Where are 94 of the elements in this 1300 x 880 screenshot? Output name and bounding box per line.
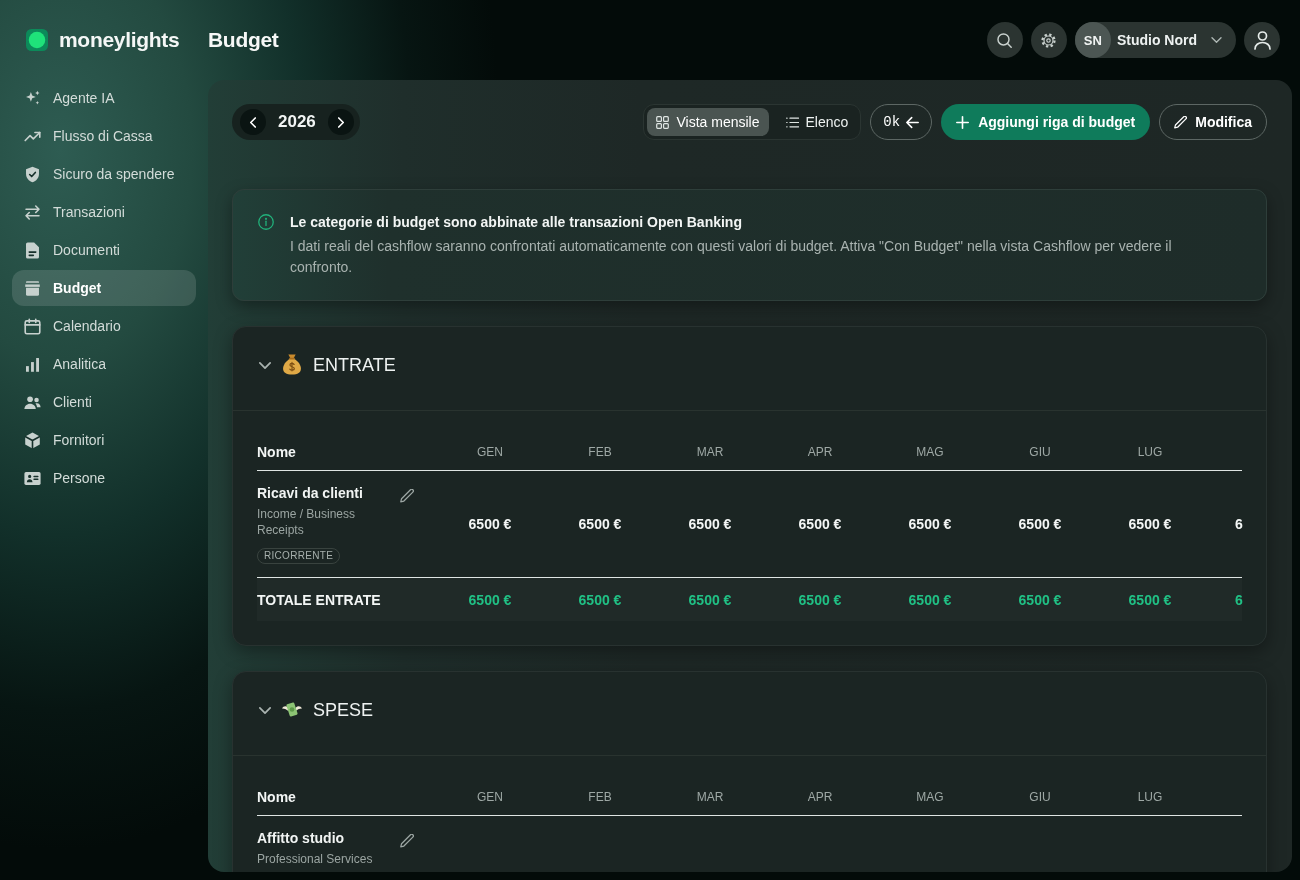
table-cell-text: 6500 €: [1017, 515, 1063, 532]
search-icon: [997, 32, 1013, 48]
info-message: I dati reali del cashflow saranno confrontati automaticamente con questi valori di budget. Attiva "Con Budget" nella vista Cashflow per vedere il confronto.: [290, 237, 1173, 277]
page-title: Budget: [208, 28, 279, 52]
row-category: Income / Business Receipts: [257, 506, 357, 538]
settings-button[interactable]: [1030, 22, 1067, 58]
column-header: GIU: [1028, 790, 1052, 804]
user-icon: [1253, 30, 1271, 50]
document-icon: [24, 241, 41, 259]
add-budget-row-button[interactable]: Aggiungi riga di budget: [941, 104, 1151, 140]
total-cell-text: 6500 €: [577, 591, 623, 608]
total-cell-text: 6500 €: [687, 591, 733, 608]
view-tab[interactable]: Elenco: [776, 108, 858, 136]
view-tab[interactable]: Vista mensile: [647, 108, 769, 136]
sidebar-item[interactable]: Transazioni: [12, 194, 196, 230]
section-title: ENTRATE: [313, 354, 396, 377]
account-name: Studio Nord: [1116, 32, 1197, 48]
sidebar-item[interactable]: Flusso di Cassa: [12, 118, 196, 154]
next-year-button[interactable]: [327, 109, 354, 135]
caret-icon: [1211, 37, 1222, 43]
column-header: APR: [806, 445, 834, 459]
column-header: LUG: [1136, 790, 1164, 804]
sidebar-item[interactable]: Documenti: [12, 232, 196, 268]
sidebar-item[interactable]: Persone: [12, 460, 196, 496]
money-bag-icon: [282, 354, 302, 375]
sidebar-item[interactable]: Analitica: [12, 346, 196, 382]
app-name: moneylights: [59, 28, 180, 52]
column-header: MAR: [695, 790, 725, 804]
pencil-icon: [1174, 115, 1188, 129]
table-cell-text: 6500 €: [797, 515, 843, 532]
id-card-icon: [24, 469, 41, 487]
sidebar-item[interactable]: Calendario: [12, 308, 196, 344]
search-button[interactable]: [986, 22, 1023, 58]
total-cell-text: 6500 €: [1127, 591, 1173, 608]
profile-button[interactable]: [1244, 22, 1280, 58]
chevron-right-icon: [337, 116, 344, 128]
sidebar-item[interactable]: Sicuro da spendere: [12, 156, 196, 192]
column-header: MAG: [915, 445, 945, 459]
total-label: TOTALE ENTRATE: [257, 591, 382, 608]
table-cell-text: 6: [1234, 515, 1243, 532]
sidebar-item[interactable]: Clienti: [12, 384, 196, 420]
column-header: GIU: [1028, 445, 1052, 459]
arrow-left-icon: [906, 115, 920, 129]
section-title: SPESE: [313, 699, 374, 722]
table-cell-text: 6500 €: [1127, 515, 1173, 532]
grid-icon: [656, 115, 670, 129]
chevron-left-icon: [250, 116, 256, 128]
pencil-icon[interactable]: [400, 834, 414, 848]
table-cell-text: 6500 €: [907, 515, 953, 532]
column-header: LUG: [1136, 445, 1164, 459]
row-name: Ricavi da clienti: [257, 485, 363, 501]
column-header: FEB: [587, 445, 613, 459]
pencil-icon[interactable]: [400, 489, 414, 503]
row-name: Affitto studio: [257, 830, 345, 846]
column-header: GEN: [476, 790, 504, 804]
gear-icon: [1041, 32, 1057, 48]
table-cell-text: 6500 €: [577, 515, 623, 532]
column-header: APR: [806, 790, 834, 804]
shield-check-icon: [24, 165, 41, 183]
app-logo-icon: [26, 29, 48, 51]
total-cell-text: 6500 €: [907, 591, 953, 608]
list-icon: [785, 115, 799, 129]
cube-icon: [24, 431, 41, 449]
account-switcher[interactable]: SN Studio Nord: [1074, 22, 1236, 58]
table-cell-text: 6500 €: [687, 515, 733, 532]
sparkles-icon: [24, 89, 41, 107]
info-title: Le categorie di budget sono abbinate alle transazioni Open Banking: [290, 213, 743, 232]
chevron-down-icon[interactable]: [259, 362, 271, 369]
column-header: Nome: [257, 789, 297, 805]
row-category: Professional Services: [257, 851, 373, 867]
column-header: GEN: [476, 445, 504, 459]
column-header: FEB: [587, 790, 613, 804]
plus-icon: [956, 115, 970, 129]
chevron-down-icon[interactable]: [259, 707, 271, 714]
total-cell-text: 6500 €: [1017, 591, 1063, 608]
users-icon: [24, 393, 41, 411]
year-label: 2026: [278, 112, 316, 132]
total-cell-text: 6: [1234, 591, 1243, 608]
table-cell-text: 6500 €: [467, 515, 513, 532]
calendar-icon: [24, 317, 41, 335]
info-icon: [258, 214, 274, 230]
account-avatar: SN: [1074, 22, 1111, 58]
total-cell-text: 6500 €: [467, 591, 513, 608]
total-cell-text: 6500 €: [797, 591, 843, 608]
column-header: MAR: [695, 445, 725, 459]
arrows-swap-icon: [24, 203, 41, 221]
bar-chart-icon: [24, 355, 41, 373]
archive-box-icon: [24, 279, 41, 297]
sidebar-item[interactable]: Budget: [12, 270, 196, 306]
column-header: MAG: [915, 790, 945, 804]
sidebar-item[interactable]: Agente IA: [12, 80, 196, 116]
sidebar-item[interactable]: Fornitori: [12, 422, 196, 458]
previous-year-button[interactable]: [240, 109, 266, 135]
column-header: Nome: [257, 444, 297, 460]
